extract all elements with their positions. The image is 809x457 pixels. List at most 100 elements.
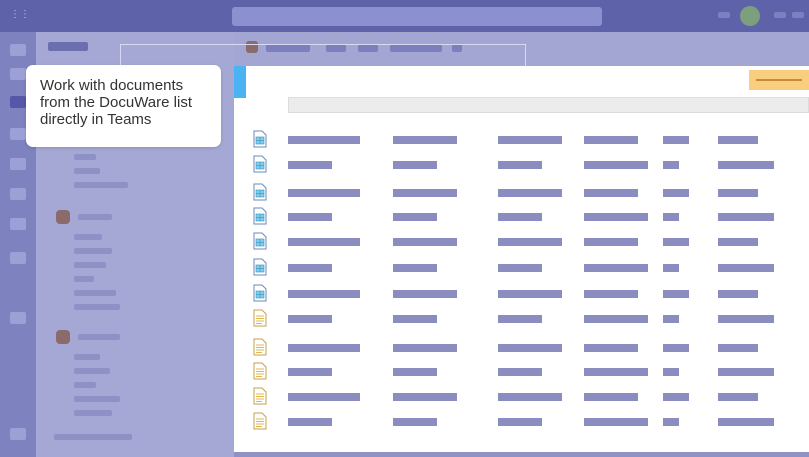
teams-top-bar: ⋮⋮ xyxy=(0,0,809,32)
calendar-icon[interactable] xyxy=(10,128,26,140)
list-cell xyxy=(663,238,689,246)
list-cell xyxy=(498,189,562,197)
list-row[interactable] xyxy=(234,284,809,302)
list-cell xyxy=(393,136,457,144)
text-document-icon[interactable] xyxy=(253,338,267,356)
spreadsheet-document-icon[interactable] xyxy=(253,284,267,302)
join-create-team[interactable] xyxy=(54,434,132,440)
list-cell xyxy=(498,213,542,221)
list-cell xyxy=(393,418,437,426)
spreadsheet-document-icon[interactable] xyxy=(253,155,267,173)
channel-item[interactable] xyxy=(74,168,100,174)
docuware-app-icon[interactable] xyxy=(10,218,26,230)
list-cell xyxy=(393,290,457,298)
list-cell xyxy=(663,393,689,401)
list-cell xyxy=(718,238,758,246)
channel-item[interactable] xyxy=(74,276,94,282)
filter-input[interactable] xyxy=(288,97,809,113)
channel-item[interactable] xyxy=(74,396,120,402)
list-row[interactable] xyxy=(234,362,809,380)
minimize-icon[interactable] xyxy=(774,12,786,18)
list-row[interactable] xyxy=(234,155,809,173)
list-row[interactable] xyxy=(234,309,809,327)
channel-item[interactable] xyxy=(74,234,102,240)
list-cell xyxy=(393,315,437,323)
spreadsheet-document-icon[interactable] xyxy=(253,207,267,225)
list-cell xyxy=(718,368,774,376)
activity-icon[interactable] xyxy=(10,44,26,56)
channel-item[interactable] xyxy=(74,262,106,268)
text-document-icon[interactable] xyxy=(253,412,267,430)
text-document-icon[interactable] xyxy=(253,387,267,405)
channel-item[interactable] xyxy=(74,290,116,296)
list-row[interactable] xyxy=(234,338,809,356)
list-row[interactable] xyxy=(234,258,809,276)
list-row[interactable] xyxy=(234,130,809,148)
callout-text: Work with documents from the DocuWare li… xyxy=(40,77,192,128)
calls-icon[interactable] xyxy=(10,158,26,170)
list-cell xyxy=(584,393,638,401)
more-options-icon[interactable] xyxy=(718,12,730,18)
spreadsheet-document-icon[interactable] xyxy=(253,232,267,250)
list-cell xyxy=(718,213,774,221)
list-cell xyxy=(663,161,679,169)
help-icon[interactable] xyxy=(10,428,26,440)
team-name[interactable] xyxy=(78,334,120,340)
channel-item[interactable] xyxy=(74,410,112,416)
teams-icon[interactable] xyxy=(10,96,26,108)
list-cell xyxy=(718,315,774,323)
feature-callout: Work with documents from the DocuWare li… xyxy=(26,65,221,147)
list-cell xyxy=(288,393,360,401)
list-cell xyxy=(663,315,679,323)
text-document-icon[interactable] xyxy=(253,309,267,327)
list-cell xyxy=(584,213,648,221)
chat-icon[interactable] xyxy=(10,68,26,80)
channel-item[interactable] xyxy=(74,182,128,188)
channel-item[interactable] xyxy=(74,382,96,388)
files-icon[interactable] xyxy=(10,188,26,200)
list-row[interactable] xyxy=(234,412,809,430)
spreadsheet-document-icon[interactable] xyxy=(253,258,267,276)
list-row[interactable] xyxy=(234,232,809,250)
list-cell xyxy=(584,264,648,272)
list-cell xyxy=(393,344,457,352)
list-cell xyxy=(288,161,332,169)
list-cell xyxy=(498,344,562,352)
channel-item[interactable] xyxy=(74,154,96,160)
more-apps-icon[interactable] xyxy=(10,252,26,264)
app-launcher-icon[interactable]: ⋮⋮ xyxy=(10,9,30,20)
channel-item[interactable] xyxy=(74,248,112,254)
action-button[interactable] xyxy=(749,70,809,90)
list-cell xyxy=(288,344,360,352)
highlight-frame xyxy=(120,44,526,66)
list-cell xyxy=(584,161,648,169)
list-row[interactable] xyxy=(234,207,809,225)
team-icon xyxy=(56,330,70,344)
spreadsheet-document-icon[interactable] xyxy=(253,183,267,201)
list-cell xyxy=(584,368,648,376)
list-cell xyxy=(288,315,332,323)
search-input[interactable] xyxy=(232,7,602,26)
team-name[interactable] xyxy=(78,214,112,220)
pane-title xyxy=(48,42,88,51)
avatar[interactable] xyxy=(740,6,760,26)
list-cell xyxy=(393,161,437,169)
text-document-icon[interactable] xyxy=(253,362,267,380)
list-cell xyxy=(718,393,758,401)
list-cell xyxy=(288,290,360,298)
list-cell xyxy=(663,290,689,298)
list-cell xyxy=(663,136,689,144)
channel-item[interactable] xyxy=(74,304,120,310)
list-row[interactable] xyxy=(234,183,809,201)
close-icon[interactable] xyxy=(792,12,804,18)
list-cell xyxy=(498,393,562,401)
channel-item[interactable] xyxy=(74,368,110,374)
list-cell xyxy=(288,238,360,246)
list-row[interactable] xyxy=(234,387,809,405)
list-cell xyxy=(663,264,679,272)
channel-item[interactable] xyxy=(74,354,100,360)
list-cell xyxy=(393,264,437,272)
list-cell xyxy=(584,315,648,323)
store-icon[interactable] xyxy=(10,312,26,324)
spreadsheet-document-icon[interactable] xyxy=(253,130,267,148)
